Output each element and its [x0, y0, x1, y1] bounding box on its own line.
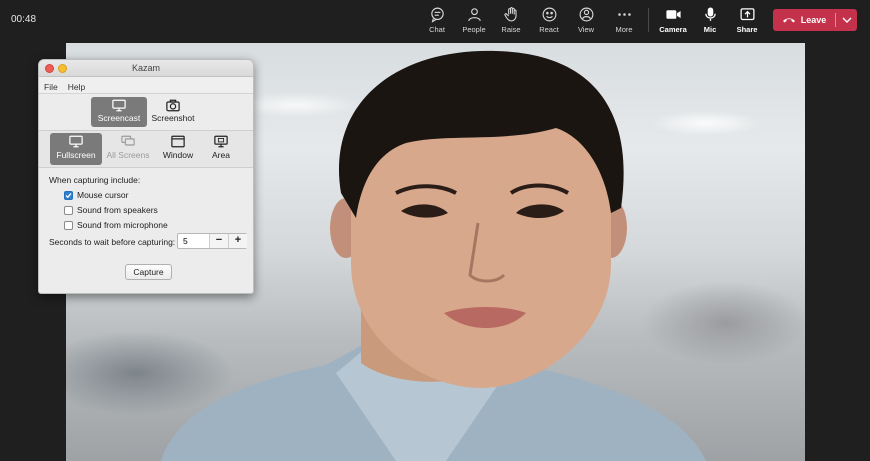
mouse-cursor-checkbox[interactable]: Mouse cursor: [64, 189, 129, 201]
share-button[interactable]: Share: [727, 6, 767, 36]
kazam-window-title: Kazam: [131, 63, 160, 73]
meeting-toolbar: 00:48 Chat People Raise React View More: [0, 0, 870, 40]
share-label: Share: [736, 25, 758, 34]
all-screens-icon: [105, 133, 151, 150]
react-label: React: [539, 25, 559, 34]
toolbar-divider: [648, 8, 649, 32]
raise-hand-button[interactable]: Raise: [491, 6, 531, 36]
chevron-down-icon: [842, 17, 851, 23]
view-button[interactable]: View: [566, 6, 606, 36]
share-icon: [727, 6, 767, 24]
camera-label: Camera: [659, 25, 687, 34]
phone-hangup-icon: [782, 18, 795, 23]
people-label: People: [462, 25, 486, 34]
all-screens-label: All Screens: [106, 150, 150, 160]
capture-button[interactable]: Capture: [125, 264, 172, 280]
increment-button[interactable]: +: [228, 234, 247, 248]
react-button[interactable]: React: [529, 6, 569, 36]
view-icon: [566, 6, 606, 24]
wait-seconds-spinner: − +: [177, 233, 247, 249]
window-label: Window: [162, 150, 194, 160]
screencast-mode-button[interactable]: Screencast: [91, 97, 147, 127]
screenshot-mode-button[interactable]: Screenshot: [145, 97, 201, 127]
area-icon: [203, 133, 239, 150]
source-all-screens[interactable]: All Screens: [105, 133, 151, 165]
mic-button[interactable]: Mic: [690, 6, 730, 36]
options-heading: When capturing include:: [49, 175, 141, 185]
mouse-cursor-label: Mouse cursor: [77, 190, 129, 200]
mic-icon: [690, 6, 730, 24]
chat-button[interactable]: Chat: [417, 6, 457, 36]
people-button[interactable]: People: [454, 6, 494, 36]
leave-button[interactable]: Leave: [773, 9, 835, 31]
leave-control: Leave: [773, 9, 857, 31]
microphone-label: Sound from microphone: [77, 220, 168, 230]
speakers-checkbox[interactable]: Sound from speakers: [64, 204, 158, 216]
capture-source-bar: Fullscreen All Screens Window Area: [39, 130, 253, 168]
chat-icon: [417, 6, 457, 24]
camera-icon: [653, 6, 693, 24]
chat-label: Chat: [429, 25, 445, 34]
more-button[interactable]: More: [604, 6, 644, 36]
fullscreen-label: Fullscreen: [56, 150, 96, 160]
microphone-checkbox[interactable]: Sound from microphone: [64, 219, 168, 231]
mic-label: Mic: [703, 25, 717, 34]
monitor-icon: [91, 97, 147, 113]
kazam-window: Kazam File Help Screencast Screenshot Ful…: [38, 59, 254, 294]
window-icon: [158, 133, 198, 150]
checkbox-checked-icon: [64, 190, 73, 200]
camera-icon: [145, 97, 201, 113]
source-fullscreen[interactable]: Fullscreen: [50, 133, 102, 165]
raise-hand-icon: [491, 6, 531, 24]
people-icon: [454, 6, 494, 24]
view-label: View: [577, 25, 595, 34]
checkbox-unchecked-icon: [64, 220, 73, 230]
smiley-icon: [529, 6, 569, 24]
raise-label: Raise: [501, 25, 521, 34]
screencast-label: Screencast: [97, 113, 141, 123]
leave-label: Leave: [800, 15, 827, 25]
checkbox-unchecked-icon: [64, 205, 73, 215]
menu-file[interactable]: File: [39, 78, 63, 92]
wait-seconds-input[interactable]: [180, 235, 208, 247]
source-window[interactable]: Window: [158, 133, 198, 165]
menu-help[interactable]: Help: [63, 78, 90, 92]
screenshot-label: Screenshot: [151, 113, 195, 123]
speakers-label: Sound from speakers: [77, 205, 158, 215]
meeting-timer: 00:48: [11, 14, 37, 25]
more-label: More: [615, 25, 633, 34]
more-icon: [604, 6, 644, 24]
leave-options-button[interactable]: [836, 9, 857, 31]
kazam-titlebar[interactable]: Kazam: [39, 60, 253, 77]
source-area[interactable]: Area: [203, 133, 239, 165]
camera-button[interactable]: Camera: [653, 6, 693, 36]
fullscreen-icon: [50, 133, 102, 150]
decrement-button[interactable]: −: [209, 234, 228, 248]
wait-seconds-label: Seconds to wait before capturing:: [49, 237, 176, 247]
kazam-menubar: File Help: [39, 77, 253, 94]
area-label: Area: [212, 150, 230, 160]
